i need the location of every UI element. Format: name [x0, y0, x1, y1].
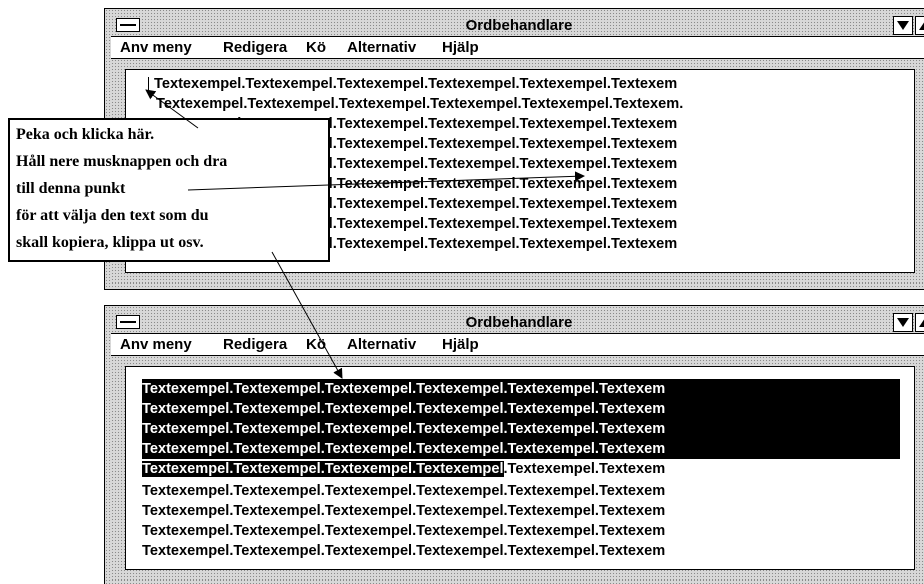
text-line[interactable]: Textexempel.Textexempel.Textexempel.Text…	[156, 94, 683, 114]
minimize-button[interactable]	[893, 313, 913, 332]
menu-redigera[interactable]: Redigera	[223, 336, 287, 353]
title-bar[interactable]: Ordbehandlare	[111, 15, 924, 37]
partially-selected-line[interactable]: Textexempel.Textexempel.Textexempel.Text…	[142, 459, 665, 479]
menu-alternativ[interactable]: Alternativ	[347, 336, 416, 353]
minimize-arrow-icon	[897, 21, 909, 30]
callout-line-3: till denna punkt	[16, 180, 126, 197]
selected-text-line[interactable]: Textexempel.Textexempel.Textexempel.Text…	[142, 379, 900, 399]
menu-bar: Anv meny Redigera Kö Alternativ Hjälp	[111, 37, 924, 59]
selected-text-line[interactable]: Textexempel.Textexempel.Textexempel.Text…	[142, 439, 900, 459]
menu-hjalp[interactable]: Hjälp	[442, 39, 479, 56]
word-processor-window-bottom: Ordbehandlare Anv meny Redigera Kö Alter…	[104, 305, 924, 584]
callout-line-2: Håll nere musknappen och dra	[16, 153, 228, 170]
text-line[interactable]: Textexempel.Textexempel.Textexempel.Text…	[142, 501, 665, 521]
window-title: Ordbehandlare	[465, 17, 573, 34]
unselected-text-span[interactable]: .Textexempel.Textexem	[504, 461, 666, 477]
menu-ko[interactable]: Kö	[306, 39, 326, 56]
maximize-arrow-icon	[919, 21, 924, 30]
maximize-button[interactable]	[915, 16, 924, 35]
callout-line-1: Peka och klicka här.	[16, 126, 155, 143]
minimize-button[interactable]	[893, 16, 913, 35]
menu-anv-meny[interactable]: Anv meny	[120, 39, 192, 56]
text-line[interactable]: Textexempel.Textexempel.Textexempel.Text…	[154, 74, 677, 94]
text-cursor	[148, 77, 149, 93]
menu-hjalp[interactable]: Hjälp	[442, 336, 479, 353]
menu-redigera[interactable]: Redigera	[223, 39, 287, 56]
menu-alternativ[interactable]: Alternativ	[347, 39, 416, 56]
selected-text-line[interactable]: Textexempel.Textexempel.Textexempel.Text…	[142, 399, 900, 419]
document-area: Textexempel.Textexempel.Textexempel.Text…	[111, 356, 924, 580]
callout-line-5: skall kopiera, klippa ut osv.	[16, 234, 204, 251]
selected-text-line[interactable]: Textexempel.Textexempel.Textexempel.Text…	[142, 419, 900, 439]
text-line[interactable]: Textexempel.Textexempel.Textexempel.Text…	[142, 521, 665, 541]
text-line[interactable]: Textexempel.Textexempel.Textexempel.Text…	[142, 541, 665, 561]
text-line[interactable]: Textexempel.Textexempel.Textexempel.Text…	[142, 481, 665, 501]
maximize-arrow-icon	[919, 318, 924, 327]
selected-text-span[interactable]: Textexempel.Textexempel.Textexempel.Text…	[142, 461, 504, 477]
minimize-arrow-icon	[897, 318, 909, 327]
maximize-button[interactable]	[915, 313, 924, 332]
menu-ko[interactable]: Kö	[306, 336, 326, 353]
window-title: Ordbehandlare	[465, 314, 573, 331]
instruction-callout: Peka och klicka här. Håll nere musknappe…	[8, 118, 330, 262]
text-editor[interactable]: Textexempel.Textexempel.Textexempel.Text…	[125, 366, 915, 570]
menu-bar: Anv meny Redigera Kö Alternativ Hjälp	[111, 334, 924, 356]
title-bar[interactable]: Ordbehandlare	[111, 312, 924, 334]
menu-anv-meny[interactable]: Anv meny	[120, 336, 192, 353]
callout-line-4: för att välja den text som du	[16, 207, 209, 224]
